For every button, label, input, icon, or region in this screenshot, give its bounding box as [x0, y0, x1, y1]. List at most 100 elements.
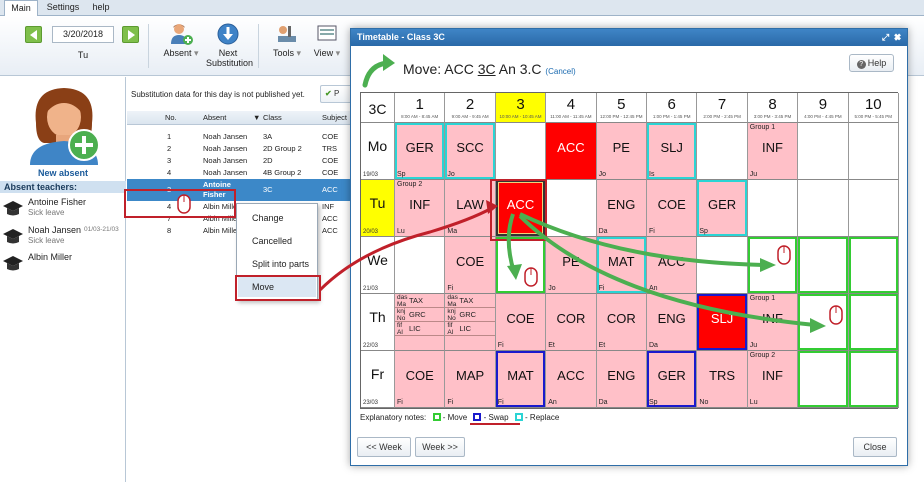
lesson-cell[interactable]: PE Jo — [546, 237, 597, 294]
lesson-cell[interactable] — [495, 123, 547, 180]
menu-item-cancelled[interactable]: Cancelled — [238, 231, 316, 251]
lesson-cell[interactable]: COR Et — [546, 294, 597, 351]
lesson-cell[interactable]: ACC — [495, 180, 547, 237]
table-row[interactable]: 4 Noah Jansen 4B Group 2 COE — [127, 167, 352, 179]
lesson-cell[interactable] — [798, 294, 849, 351]
next-week-button[interactable]: Week >> — [415, 437, 465, 457]
table-row[interactable]: 1 Noah Jansen 3A COE — [127, 131, 352, 143]
lesson-teacher: Da — [598, 399, 608, 406]
tools-button[interactable]: Tools ▾ — [266, 22, 308, 58]
lesson-cell[interactable]: COE Fi — [495, 294, 547, 351]
lesson-cell[interactable] — [697, 123, 748, 180]
period-number: 4 — [566, 96, 576, 113]
expand-icon[interactable]: ⤢ — [882, 32, 889, 42]
lesson-cell[interactable] — [798, 180, 849, 237]
lesson-cell[interactable] — [798, 237, 849, 294]
col-class[interactable]: Class — [263, 111, 282, 125]
table-row[interactable]: 2 Noah Jansen 2D Group 2 TRS — [127, 143, 352, 155]
lesson-cell[interactable] — [848, 294, 899, 351]
lesson-cell[interactable]: PE Jo — [596, 123, 647, 180]
lesson-cell[interactable] — [848, 351, 899, 408]
col-subject[interactable]: Subject — [322, 111, 347, 125]
next-substitution-button[interactable]: Next Substitution — [206, 22, 253, 68]
lesson-cell[interactable] — [798, 123, 849, 180]
tab-settings[interactable]: Settings — [42, 0, 84, 16]
table-row[interactable]: 3 Noah Jansen 2D COE — [127, 155, 352, 167]
lesson-cell[interactable] — [798, 351, 849, 408]
lesson-cell[interactable]: Group 1 INF Ju — [747, 123, 799, 180]
lesson-cell[interactable]: ENG Da — [647, 294, 698, 351]
lesson-cell[interactable]: ACC — [546, 123, 597, 180]
lesson-cell[interactable]: ACC An — [647, 237, 698, 294]
lesson-teacher: Ma — [447, 228, 458, 235]
next-day-button[interactable] — [122, 26, 139, 43]
lesson-cell[interactable]: Group 1 INF Ju — [747, 294, 799, 351]
lesson-cell[interactable]: das TAX Ma knj GRC No fif LIC Al — [445, 294, 496, 351]
sub-lesson-group: knj — [447, 308, 456, 315]
lesson-cell[interactable]: TRS No — [697, 351, 748, 408]
lesson-cell[interactable]: das TAX Ma knj GRC No fif LIC Al — [395, 294, 446, 351]
col-absent[interactable]: Absent — [203, 111, 226, 125]
lesson-cell[interactable]: ACC An — [546, 351, 597, 408]
lesson-cell[interactable]: COE Fi — [395, 351, 446, 408]
close-icon[interactable]: ✖ — [894, 32, 901, 42]
lesson-cell[interactable]: SLJ Is — [647, 123, 698, 180]
lesson-cell[interactable] — [495, 237, 547, 294]
lesson-subject: COE — [456, 254, 485, 269]
lesson-cell[interactable]: SCC Jo — [445, 123, 496, 180]
lesson-subject: MAT — [507, 368, 534, 383]
lesson-cell[interactable]: MAT Fi — [495, 351, 547, 408]
lesson-cell[interactable]: MAP Fi — [445, 351, 496, 408]
absent-teacher-item[interactable]: Albin Miller — [2, 251, 126, 277]
col-no[interactable]: No. — [165, 111, 177, 125]
publish-button[interactable]: ✔ P — [320, 85, 352, 103]
lesson-subject: ENG — [657, 311, 686, 326]
period-time: 1:00 PM - 1:45 PM — [652, 114, 691, 119]
date-field[interactable]: 3/20/2018 — [52, 26, 114, 43]
menu-item-change[interactable]: Change — [238, 208, 316, 228]
lesson-cell[interactable]: MAT Fi — [596, 237, 647, 294]
lesson-cell[interactable]: GER Sp — [647, 351, 698, 408]
lesson-cell[interactable]: GER Sp — [395, 123, 446, 180]
lesson-teacher: Sp — [649, 399, 658, 406]
lesson-cell[interactable] — [848, 237, 899, 294]
new-absent-avatar-icon[interactable] — [26, 83, 102, 165]
lesson-cell[interactable]: GER Sp — [697, 180, 748, 237]
menu-item-split[interactable]: Split into parts — [238, 254, 316, 274]
lesson-cell[interactable] — [546, 180, 597, 237]
menu-item-move[interactable]: Move — [238, 277, 316, 297]
tab-help[interactable]: help — [88, 0, 114, 16]
lesson-cell[interactable] — [697, 237, 748, 294]
lesson-cell[interactable] — [747, 180, 799, 237]
lesson-cell[interactable]: SLJ — [697, 294, 748, 351]
lesson-subject: SLJ — [710, 311, 734, 326]
absent-teacher-item[interactable]: Noah Jansen 01/03-21/03 Sick leave — [2, 224, 126, 250]
lesson-cell[interactable]: Group 2 INF Lu — [395, 180, 446, 237]
lesson-cell[interactable] — [747, 237, 799, 294]
close-button[interactable]: Close — [853, 437, 897, 457]
help-button[interactable]: ? Help — [849, 54, 894, 72]
day-date: 21/03 — [363, 286, 379, 292]
lesson-cell[interactable]: COE Fi — [647, 180, 698, 237]
prev-day-button[interactable] — [25, 26, 42, 43]
tab-main[interactable]: Main — [4, 0, 38, 17]
table-row-selected[interactable]: 3 Antoine Fisher 3C ACC — [127, 179, 352, 201]
day-date: 20/03 — [363, 229, 379, 235]
lesson-cell[interactable]: Group 2 INF Lu — [747, 351, 799, 408]
lesson-cell[interactable]: COE Fi — [445, 237, 496, 294]
prev-week-button[interactable]: << Week — [357, 437, 411, 457]
lesson-cell[interactable]: ENG Da — [596, 180, 647, 237]
legend-swap: - Swap — [483, 413, 509, 422]
view-button[interactable]: View ▾ — [310, 22, 344, 58]
lesson-cell[interactable]: COR Et — [596, 294, 647, 351]
new-absent-label[interactable]: New absent — [0, 168, 126, 178]
lesson-cell[interactable]: ENG Da — [596, 351, 647, 408]
lesson-cell[interactable] — [848, 123, 899, 180]
lesson-cell[interactable] — [395, 237, 446, 294]
absent-button[interactable]: Absent ▾ — [160, 22, 202, 58]
cancel-move-link[interactable]: (Cancel) — [545, 67, 575, 76]
absent-teacher-item[interactable]: Antoine Fisher Sick leave — [2, 196, 126, 222]
lesson-cell[interactable] — [848, 180, 899, 237]
sub-lesson: fif LIC Al — [395, 322, 445, 336]
lesson-cell[interactable]: LAW Ma — [445, 180, 496, 237]
